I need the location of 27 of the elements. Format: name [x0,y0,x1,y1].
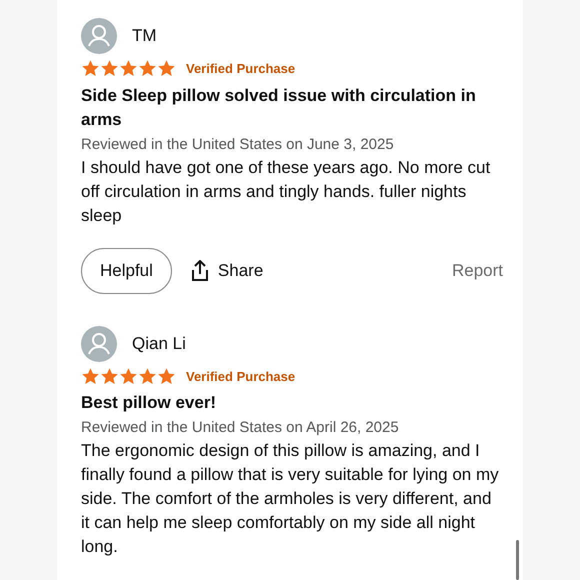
report-link[interactable]: Report [452,258,503,284]
star-icon [157,59,176,78]
verified-purchase-label: Verified Purchase [186,368,296,386]
star-icon [119,59,138,78]
scrollbar [516,540,519,580]
review-text: The ergonomic design of this pillow is amazing, and I finally found a pillow that is very suitable for lying on my side. The comfort of the armholes is very different, and it can help me sleep comfortably on my side all night long. [81,440,500,558]
star-icon [100,59,119,78]
star-icon [81,59,100,78]
review-title: Side Sleep pillow solved issue with circulation in arms [81,84,477,130]
avatar-icon [81,18,117,54]
review-text: I should have got one of these years ago. No more cut off circulation in arms and tingly hands. fuller nights sleep [81,156,492,226]
review-title: Best pillow ever! [81,392,218,414]
star-icon [100,366,119,386]
star-icon [138,59,157,78]
reviewer-name: TM [132,25,157,48]
star-icon [119,366,138,386]
share-button[interactable]: Share [190,258,264,284]
star-icon [138,366,157,386]
share-icon [190,260,210,282]
review-date: Reviewed in the United States on April 26, 2025 [81,418,400,438]
helpful-button[interactable]: Helpful [81,248,172,294]
avatar-icon [81,326,117,362]
star-icon [81,366,100,386]
review-date: Reviewed in the United States on June 3, 2025 [81,134,395,154]
verified-purchase-label: Verified Purchase [186,60,296,78]
reviewer-name: Qian Li [132,332,186,355]
star-icon [157,366,176,386]
